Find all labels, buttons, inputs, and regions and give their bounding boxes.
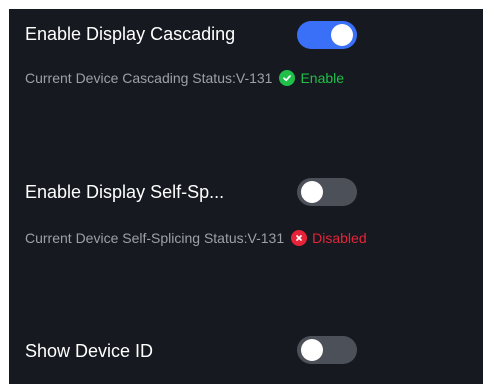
self-splicing-status-value: Disabled [312, 230, 367, 246]
toggle-knob [301, 339, 323, 361]
cascading-status: Current Device Cascading Status:V-131 En… [25, 69, 344, 87]
toggle-knob [301, 181, 323, 203]
cascading-status-value: Enable [300, 70, 345, 86]
cascading-status-text: Current Device Cascading Status:V-131 [25, 70, 273, 86]
toggle-knob [331, 24, 353, 46]
self-splicing-status: Current Device Self-Splicing Status:V-13… [25, 229, 367, 247]
display-self-splicing-toggle[interactable] [297, 178, 357, 206]
self-splicing-status-text: Current Device Self-Splicing Status:V-13… [25, 230, 285, 246]
display-cascading-toggle[interactable] [297, 21, 357, 49]
show-device-id-toggle[interactable] [297, 336, 357, 364]
setting-label-show-device-id: Show Device ID [25, 341, 154, 361]
setting-label-display-cascading: Enable Display Cascading [25, 24, 236, 44]
setting-label-display-self-splicing: Enable Display Self-Sp... [25, 182, 225, 202]
error-circle-icon [291, 230, 308, 246]
check-circle-icon [279, 70, 296, 86]
settings-panel: Enable Display Cascading Current Device … [9, 9, 483, 384]
